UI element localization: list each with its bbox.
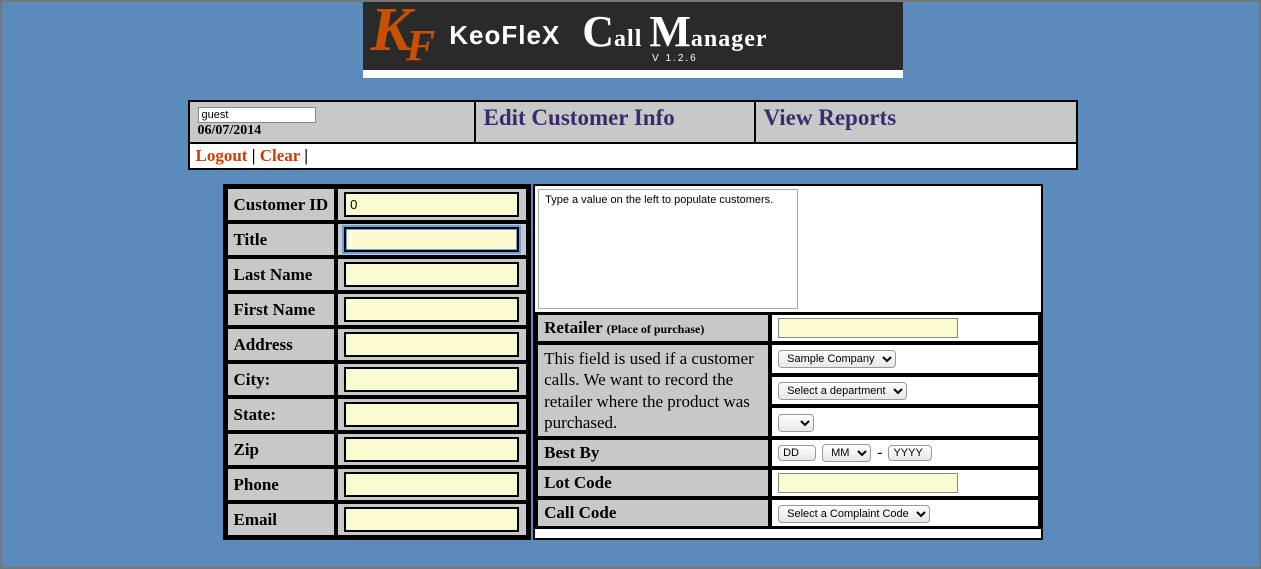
label-first-name: First Name [227,293,336,326]
user-input[interactable] [198,107,316,123]
input-retailer[interactable] [778,318,958,338]
input-city[interactable] [344,367,519,392]
input-first-name[interactable] [344,297,519,322]
input-zip[interactable] [344,437,519,462]
select-bestby-mm[interactable]: MM [822,444,871,462]
label-address: Address [227,328,336,361]
label-customer-id: Customer ID [227,188,336,221]
logout-link[interactable]: Logout [196,146,248,165]
label-call-code: Call Code [537,499,769,527]
label-phone: Phone [227,468,336,501]
label-email: Email [227,503,336,536]
clear-link[interactable]: Clear [260,146,300,165]
input-state[interactable] [344,402,519,427]
label-zip: Zip [227,433,336,466]
input-bestby-dd[interactable] [778,445,816,461]
input-phone[interactable] [344,472,519,497]
edit-customer-link[interactable]: Edit Customer Info [484,105,675,130]
input-title[interactable] [344,227,519,252]
current-date: 06/07/2014 [198,123,466,139]
logo-icon: KF [371,9,436,62]
input-last-name[interactable] [344,262,519,287]
select-company[interactable]: Sample Company [778,350,896,368]
input-customer-id[interactable] [344,192,519,217]
retailer-note: This field is used if a customer calls. … [537,344,769,437]
input-bestby-yyyy[interactable] [888,445,932,461]
label-city: City: [227,363,336,396]
view-reports-link[interactable]: View Reports [764,105,897,130]
label-title: Title [227,223,336,256]
app-banner: KF KeoFleX Call Manager V 1.2.6 [363,2,903,78]
right-panel: Type a value on the left to populate cus… [533,184,1042,540]
brand-name: KeoFleX [449,20,560,51]
label-lot-code: Lot Code [537,469,769,497]
label-best-by: Best By [537,439,769,467]
select-department[interactable]: Select a department [778,382,907,400]
top-action-bar: 06/07/2014 Edit Customer Info View Repor… [188,100,1078,170]
input-lot-code[interactable] [778,473,958,493]
customer-fields-table: Customer ID Title Last Name First Name A… [223,184,532,540]
input-address[interactable] [344,332,519,357]
populate-hint: Type a value on the left to populate cus… [538,189,798,309]
select-empty[interactable] [778,414,814,432]
select-call-code[interactable]: Select a Complaint Code [778,505,930,523]
app-title: Call Manager V 1.2.6 [582,6,767,64]
label-state: State: [227,398,336,431]
label-retailer: Retailer (Place of purchase) [537,314,769,342]
bestby-sep: - [877,444,882,462]
label-last-name: Last Name [227,258,336,291]
input-email[interactable] [344,507,519,532]
